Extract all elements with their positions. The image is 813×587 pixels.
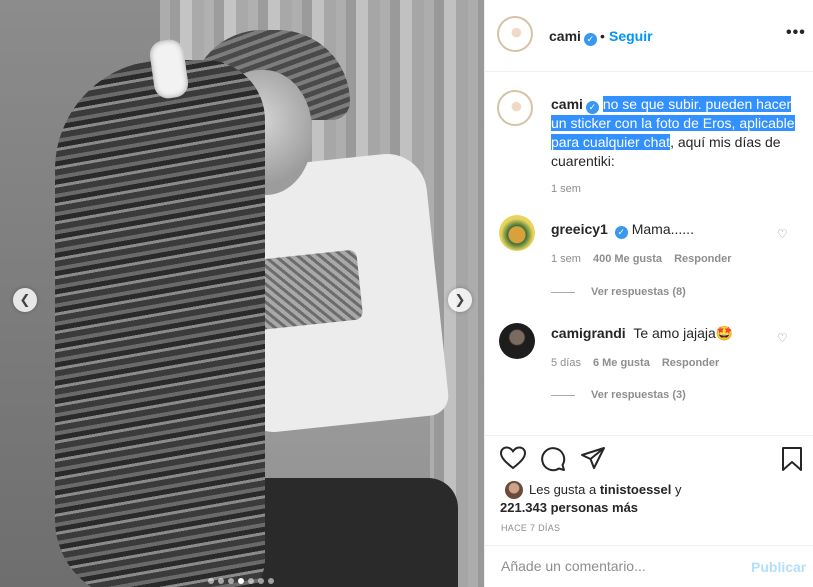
carousel-dot — [218, 578, 224, 584]
carousel-dot — [208, 578, 214, 584]
author-avatar[interactable] — [497, 16, 533, 52]
next-slide-button[interactable]: ❯ — [448, 288, 472, 312]
comment-meta: 1 sem 400 Me gusta Responder — [551, 253, 732, 265]
chevron-right-icon: ❯ — [454, 292, 466, 307]
carousel-dots — [208, 578, 274, 584]
caption-avatar[interactable] — [497, 90, 533, 126]
view-replies-button[interactable]: Ver respuestas (3) — [551, 389, 686, 401]
commenter-username[interactable]: camigrandi — [551, 325, 626, 341]
comment-text: greeicy1 ✓ Mama...... — [551, 221, 694, 239]
author-username[interactable]: cami ✓ — [549, 28, 597, 46]
post-header: cami ✓ • Seguir ••• — [485, 0, 813, 72]
verified-icon: ✓ — [585, 101, 599, 114]
heart-icon[interactable]: ♡ — [777, 227, 788, 241]
commenter-avatar[interactable] — [499, 323, 535, 359]
carousel-dot — [268, 578, 274, 584]
carousel-dot — [248, 578, 254, 584]
liker-avatar[interactable] — [505, 481, 523, 499]
bookmark-icon[interactable] — [781, 446, 803, 477]
previous-slide-button[interactable]: ❮ — [13, 288, 37, 312]
action-bar — [485, 435, 813, 475]
likes-summary: Les gusta a tinistoessel y 221.343 perso… — [500, 482, 682, 515]
commenter-avatar[interactable] — [499, 215, 535, 251]
add-comment-bar: Publicar — [485, 545, 813, 587]
verified-icon: ✓ — [583, 33, 597, 46]
verified-icon: ✓ — [614, 226, 628, 239]
likes-count[interactable]: 221.343 personas más — [500, 500, 638, 515]
carousel-dot — [228, 578, 234, 584]
carousel-dot — [258, 578, 264, 584]
view-replies-button[interactable]: Ver respuestas (8) — [551, 286, 686, 298]
carousel-dot-active — [238, 578, 244, 584]
publish-button[interactable]: Publicar — [751, 559, 806, 575]
follow-button[interactable]: Seguir — [609, 28, 653, 44]
comment-icon[interactable] — [540, 446, 566, 477]
separator-dot: • — [600, 28, 605, 44]
liker-username[interactable]: tinistoessel — [600, 482, 672, 497]
comment-text: camigrandi Te amo jajaja🤩 — [551, 325, 734, 341]
caption: cami ✓ no se que subir. pueden hacer un s… — [551, 95, 806, 171]
chevron-left-icon: ❮ — [19, 292, 31, 307]
post-image[interactable]: ❮ ❯ — [0, 0, 484, 587]
caption-username[interactable]: cami — [551, 96, 583, 112]
share-icon[interactable] — [580, 446, 606, 475]
post-sidebar: cami ✓ • Seguir ••• cami ✓ no se que subir… — [484, 0, 813, 587]
post-date[interactable]: HACE 7 DÍAS — [501, 523, 560, 533]
caption-time[interactable]: 1 sem — [551, 183, 581, 195]
long-curly-hair — [55, 60, 265, 587]
reply-button[interactable]: Responder — [662, 357, 719, 369]
heart-icon[interactable] — [499, 446, 527, 475]
more-options-icon[interactable]: ••• — [786, 24, 806, 42]
reply-button[interactable]: Responder — [674, 253, 731, 265]
commenter-username[interactable]: greeicy1 — [551, 221, 608, 237]
add-comment-input[interactable] — [501, 558, 731, 574]
heart-icon[interactable]: ♡ — [777, 331, 788, 345]
comment-meta: 5 días 6 Me gusta Responder — [551, 357, 720, 369]
comments-list: cami ✓ no se que subir. pueden hacer un s… — [485, 73, 813, 435]
